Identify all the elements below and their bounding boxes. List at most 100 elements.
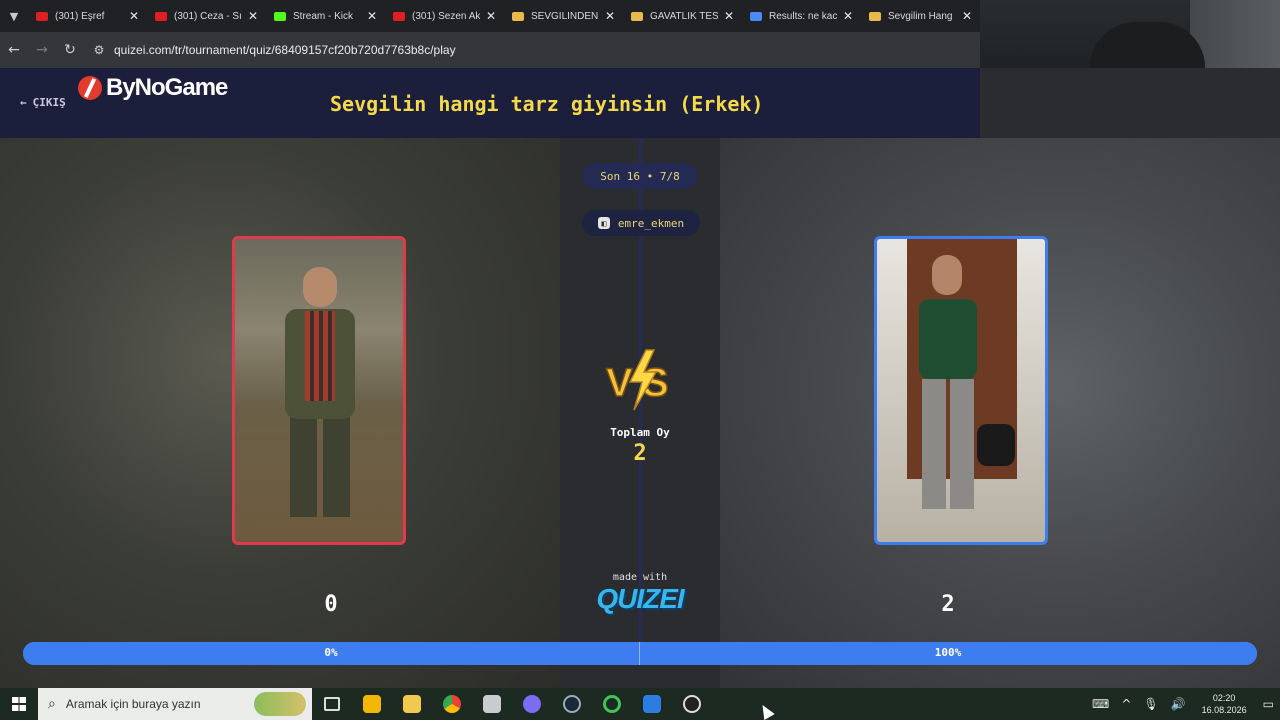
right-photo-polo [919,299,977,379]
chevron-up-icon[interactable]: ^ [1121,697,1131,711]
quizei-logo: QUIZEI [596,583,684,614]
vs-lightning-icon: V S [605,349,669,411]
start-button[interactable] [0,688,38,720]
browser-tab[interactable]: (301) Eşref ✕ [28,0,147,32]
option-card-left[interactable] [232,236,406,545]
browser-tab[interactable]: (301) Ceza - Sı ✕ [147,0,266,32]
tab-close-icon[interactable]: ✕ [367,9,377,23]
url-field[interactable]: quizei.com/tr/tournament/quiz/68409157cf… [114,43,456,57]
tab-title: SEVGİLİNDEN [531,10,599,22]
left-photo-legs [290,417,350,517]
back-arrow-icon[interactable]: ← [0,42,28,58]
notification-icon[interactable]: ▭ [1263,697,1274,711]
search-placeholder: Aramak için buraya yazın [65,697,201,711]
site-settings-icon[interactable]: ⚙ [88,43,110,57]
tab-close-icon[interactable]: ✕ [129,9,139,23]
tab-close-icon[interactable]: ✕ [962,9,972,23]
left-percent: 0% [324,646,338,659]
clock-date: 16.08.2026 [1201,705,1247,715]
reload-icon[interactable]: ↻ [56,42,84,58]
game-app-icon[interactable] [472,688,512,720]
search-icon: ⌕ [48,696,56,712]
right-photo-trousers [922,379,974,509]
right-percent: 100% [934,646,962,659]
tab-favicon-icon [393,11,405,21]
left-vote-count: 0 [324,592,338,617]
system-tray: ⌨ ^ 🎙 🔊 02:20 16.08.2026 ▭ [1086,688,1280,720]
right-vote-count: 2 [941,592,955,617]
left-photo-plaid-shirt [305,311,335,401]
system-clock[interactable]: 02:20 16.08.2026 [1202,692,1247,716]
clock-time: 02:20 [1212,693,1236,703]
tab-close-icon[interactable]: ✕ [724,9,734,23]
tab-favicon-icon [869,11,881,21]
obs-icon[interactable] [672,688,712,720]
progress-split-line [639,642,640,665]
forward-arrow-icon[interactable]: → [28,42,56,58]
tab-favicon-icon [750,11,762,21]
volume-icon[interactable]: 🔊 [1171,697,1186,711]
browser-tab-bar: ▼ (301) Eşref ✕ (301) Ceza - Sı ✕ Stream - K… [0,0,980,32]
microphone-icon[interactable]: 🎙 [1143,697,1158,711]
taskbar-search[interactable]: ⌕ Aramak için buraya yazın [38,688,312,720]
tab-close-icon[interactable]: ✕ [843,9,853,23]
bynogame-mark-icon [78,76,102,100]
tab-title: Stream - Kick [293,10,354,22]
bynogame-wordmark: ByNoGame [106,74,228,101]
tab-favicon-icon [36,11,48,21]
tab-title: GAVATLIK TEST [650,10,718,22]
tab-close-icon[interactable]: ✕ [486,9,496,23]
exit-button[interactable]: ← ÇIKIŞ [20,96,66,109]
vote-progress-fill [23,642,1257,665]
left-photo-head [303,267,337,307]
chrome-icon[interactable] [432,688,472,720]
round-badge: Son 16 • 7/8 [582,163,698,189]
browser-tab[interactable]: (301) Sezen Ak ✕ [385,0,504,32]
tab-favicon-icon [155,11,167,21]
made-with-label: made with [612,572,668,583]
option-card-right[interactable] [874,236,1048,545]
discord-icon[interactable] [512,688,552,720]
browser-tab[interactable]: Results: ne kac ✕ [742,0,861,32]
browser-tab[interactable]: Stream - Kick ✕ [266,0,385,32]
tab-favicon-icon [631,11,643,21]
bynogame-logo: ByNoGame [78,74,228,102]
steam-icon[interactable] [552,688,592,720]
search-highlight-image [254,692,306,716]
tab-title: Results: ne kac [769,10,837,22]
rockstar-icon[interactable] [352,688,392,720]
task-view-icon[interactable] [312,688,352,720]
screen: ▼ (301) Eşref ✕ (301) Ceza - Sı ✕ Stream - K… [0,0,1280,720]
browser-tab[interactable]: SEVGİLİNDEN ✕ [504,0,623,32]
tab-favicon-icon [274,11,286,21]
total-votes-value: 2 [633,441,647,466]
quiz-title: Sevgilin hangi tarz giyinsin (Erkek) [330,92,764,116]
green-app-icon[interactable] [592,688,632,720]
blue-app-icon[interactable] [632,688,672,720]
tab-search-chevron-icon[interactable]: ▼ [0,0,28,32]
user-avatar-icon: ◧ [597,217,610,229]
user-badge: ◧ emre_ekmen [582,210,700,236]
quiz-header: ← ÇIKIŞ ByNoGame Sevgilin hangi tarz giy… [0,68,980,138]
total-votes-label: Toplam Oy [610,426,670,439]
file-explorer-icon[interactable] [392,688,432,720]
username: emre_ekmen [617,216,685,230]
tab-title: Sevgilim Hang [888,10,953,22]
browser-tab[interactable]: Sevgilim Hang ✕ [861,0,980,32]
tab-close-icon[interactable]: ✕ [605,9,615,23]
tab-close-icon[interactable]: ✕ [248,9,258,23]
exit-label: ÇIKIŞ [32,96,66,109]
tab-list: (301) Eşref ✕ (301) Ceza - Sı ✕ Stream - Kic… [28,0,980,32]
vote-progress-bar: 0% 100% [23,642,1257,665]
tab-title: (301) Ceza - Sı [174,10,242,22]
tab-favicon-icon [512,11,524,21]
windows-logo-icon [12,697,26,711]
tab-title: (301) Eşref [55,10,105,22]
browser-address-bar: ← → ↻ ⚙ quizei.com/tr/tournament/quiz/68… [0,32,980,68]
right-photo-head [932,255,962,295]
keyboard-icon[interactable]: ⌨ [1092,697,1109,711]
arrow-left-icon: ← [20,96,27,109]
browser-tab[interactable]: GAVATLIK TEST ✕ [623,0,742,32]
tab-title: (301) Sezen Ak [412,10,480,22]
quiz-page: ← ÇIKIŞ ByNoGame Sevgilin hangi tarz giy… [0,68,1280,688]
